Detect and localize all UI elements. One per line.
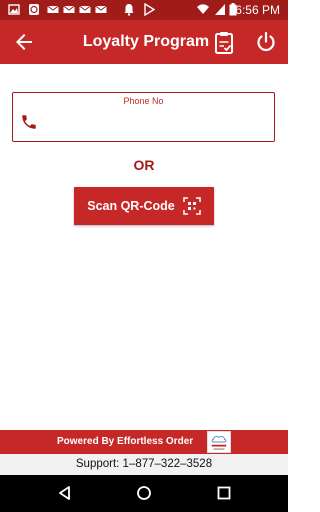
status-bar: 6:56 PM [0,0,288,20]
page-title: Loyalty Program [82,33,210,50]
power-icon[interactable] [254,30,278,54]
or-divider-text: OR [133,157,155,173]
scan-qr-button[interactable]: Scan QR-Code [74,187,214,225]
wifi-icon [197,4,209,14]
back-triangle-icon[interactable] [57,485,73,501]
phone-icon [22,115,36,129]
loyalty-screen: 6:56 PM Loyalty Program Phone No OR Scan… [0,0,288,512]
mail-icon [47,5,59,13]
powered-by-bar: Powered By Effortless Order [0,430,288,454]
mail-icon [95,5,107,13]
powered-by-text: Powered By Effortless Order [57,436,194,447]
app-bar: Loyalty Program [0,20,288,64]
status-time: 6:56 PM [235,3,280,17]
home-circle-icon[interactable] [136,485,152,501]
phone-field[interactable]: Phone No [12,92,275,142]
support-phone-text[interactable]: Support: 1–877–322–3528 [0,454,288,475]
image-icon [8,4,20,15]
phone-input[interactable] [45,109,267,137]
play-store-icon [144,3,155,16]
phone-field-label: Phone No [123,96,164,106]
notification-bell-icon [124,4,134,16]
qr-scan-icon [183,197,201,215]
recents-square-icon[interactable] [216,485,232,501]
mail-icon [63,5,75,13]
effortless-order-logo-icon [207,431,231,453]
signal-icon [215,4,225,15]
mail-icon [79,5,91,13]
scan-qr-button-label: Scan QR-Code [87,199,175,213]
navigation-bar [0,475,288,512]
clipboard-check-icon[interactable] [213,31,235,55]
whatsapp-icon [29,4,39,15]
